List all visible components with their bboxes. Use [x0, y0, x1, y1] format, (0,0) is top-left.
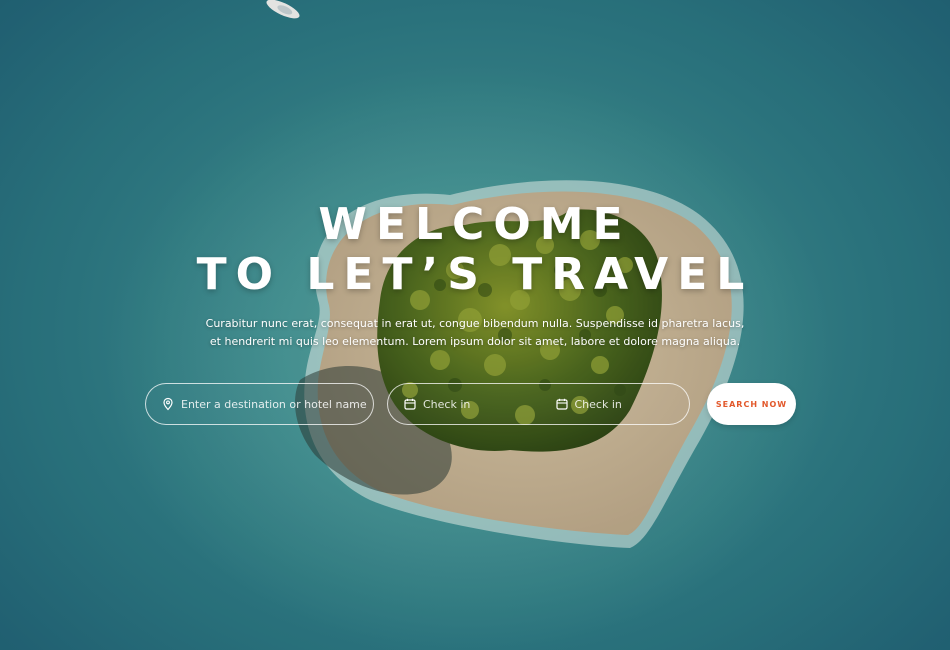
- destination-placeholder: Enter a destination or hotel name: [181, 397, 367, 411]
- date-range-field[interactable]: Check in Check in: [387, 383, 690, 425]
- search-now-button[interactable]: SEARCH NOW: [707, 383, 796, 425]
- calendar-icon: [555, 397, 569, 411]
- check-in-placeholder: Check in: [423, 397, 471, 411]
- check-in-field[interactable]: Check in: [388, 384, 539, 424]
- map-pin-icon: [161, 397, 175, 411]
- hero-subtitle: Curabitur nunc erat, consequat in erat u…: [205, 317, 745, 348]
- hero-title-line-1: WELCOME: [318, 199, 632, 250]
- check-out-field[interactable]: Check in: [539, 384, 690, 424]
- destination-search-field[interactable]: Enter a destination or hotel name: [145, 383, 374, 425]
- hero-title-line-2: TO LET’S TRAVEL: [196, 249, 754, 300]
- calendar-icon: [403, 397, 417, 411]
- check-out-placeholder: Check in: [574, 397, 622, 411]
